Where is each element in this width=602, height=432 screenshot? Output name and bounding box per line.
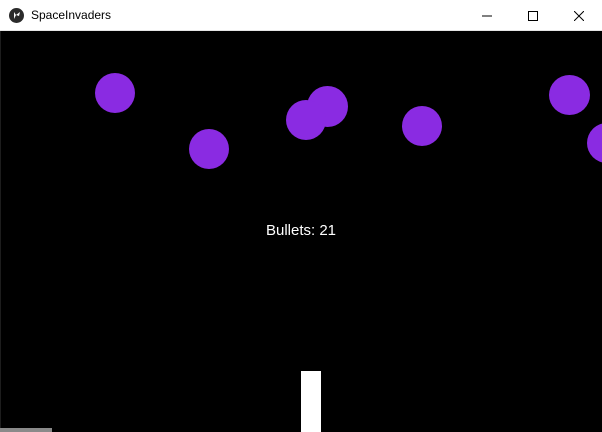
window-title: SpaceInvaders [31, 8, 112, 22]
enemy-invader [587, 123, 602, 163]
enemy-invader [95, 73, 135, 113]
debug-overlay [0, 428, 52, 432]
maximize-button[interactable] [510, 0, 556, 31]
player-ship [301, 371, 321, 432]
enemy-invader [402, 106, 442, 146]
kivy-icon [9, 8, 24, 23]
title-bar[interactable]: SpaceInvaders [0, 0, 602, 31]
game-canvas[interactable]: Bullets: 21 [0, 31, 602, 432]
enemy-invader [549, 75, 590, 115]
enemy-invader [286, 100, 326, 140]
close-button[interactable] [556, 0, 602, 31]
app-window: SpaceInvaders Bullets: 21 [0, 0, 602, 432]
close-icon [574, 10, 584, 21]
bullets-counter: Bullets: 21 [265, 222, 337, 239]
minimize-icon [482, 11, 492, 21]
maximize-icon [528, 10, 538, 21]
enemy-invader [189, 129, 229, 169]
minimize-button[interactable] [464, 0, 510, 31]
